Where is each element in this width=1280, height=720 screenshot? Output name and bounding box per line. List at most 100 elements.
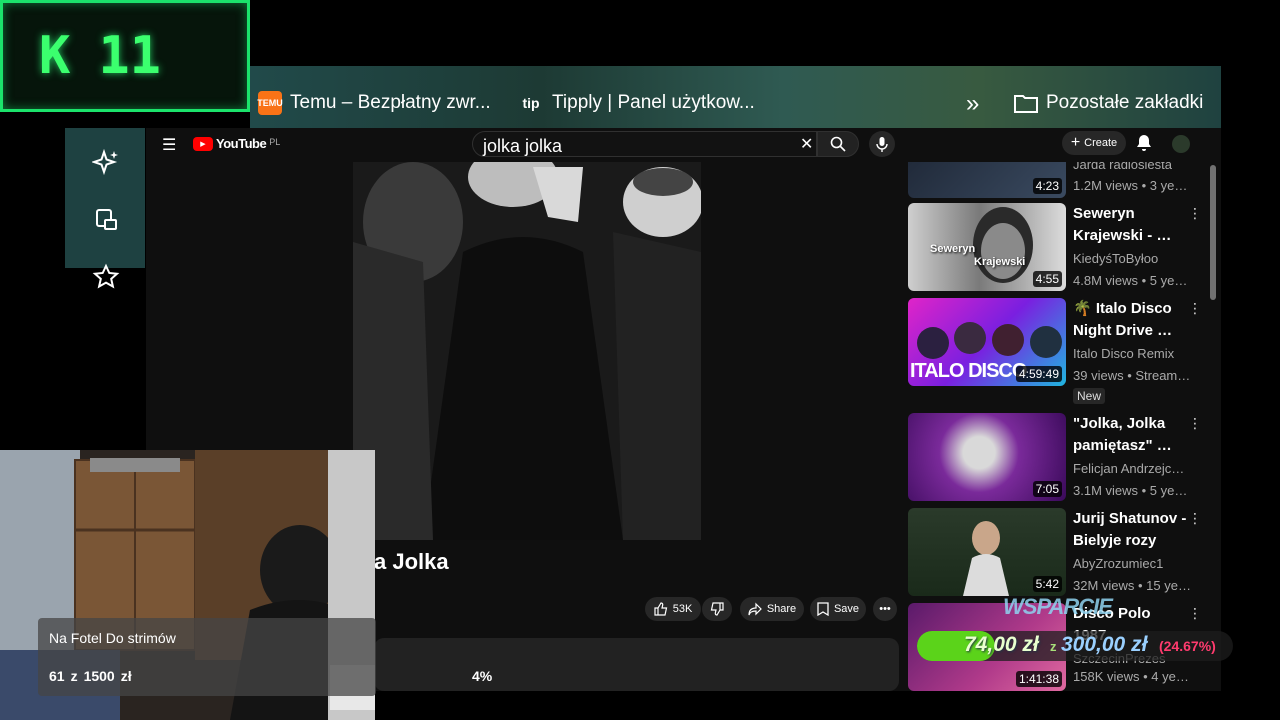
create-button[interactable]: + Create — [1062, 131, 1126, 155]
notifications-bell-icon[interactable] — [1136, 134, 1152, 157]
search-input[interactable]: jolka jolka — [472, 131, 817, 157]
channel-name: Italo Disco Remix — [1073, 346, 1175, 361]
related-item[interactable]: ITALO DISCO 4:59:49 🌴 Italo Disco Night … — [908, 298, 1208, 408]
more-vert-icon[interactable]: ⋮ — [1188, 605, 1202, 622]
more-vert-icon[interactable]: ⋮ — [1188, 205, 1202, 222]
like-button[interactable]: 53K — [645, 597, 701, 621]
thumbnail-text: ITALO DISCO — [910, 360, 1027, 382]
donation-percent: (24.67%) — [1159, 638, 1216, 654]
more-vert-icon[interactable]: ⋮ — [1188, 415, 1202, 432]
video-title: Jurij Shatunov - Bielyje rozy — [1073, 510, 1187, 549]
thumbnail-text: Seweryn — [930, 243, 976, 255]
clear-search-icon[interactable]: ✕ — [800, 134, 813, 154]
channel-name: Jarda radiosiesta — [1073, 162, 1172, 172]
goal-amounts: 61 z 1500 zł — [49, 668, 132, 684]
youtube-wordmark: YouTube — [216, 136, 267, 151]
donation-separator: z — [1050, 639, 1057, 654]
thumbs-down-icon — [710, 602, 724, 616]
duration-badge: 4:23 — [1032, 178, 1062, 194]
related-item[interactable]: 4:23 Jarda radiosiesta 1.2M views • 3 ye… — [908, 162, 1208, 198]
support-label: WSPARCIE — [1003, 594, 1113, 619]
related-item[interactable]: 7:05 "Jolka, Jolka pamiętasz" … Felicjan… — [908, 413, 1208, 503]
related-item[interactable]: 5:42 Jurij Shatunov - Bielyje rozy AbyZr… — [908, 508, 1208, 598]
menu-icon[interactable]: ☰ — [162, 135, 176, 155]
chevron-double-right-icon[interactable]: » — [966, 90, 979, 118]
description-box[interactable] — [374, 638, 899, 691]
more-horizontal-icon: ••• — [879, 603, 891, 615]
goal-target: 1500 — [83, 668, 115, 684]
logo-number: 11 — [98, 26, 161, 86]
devices-icon[interactable] — [88, 202, 124, 238]
sparkle-icon[interactable] — [88, 145, 124, 181]
new-badge: New — [1073, 388, 1106, 404]
video-thumbnail: 4:23 — [908, 162, 1066, 198]
bookmark-other-folder[interactable]: Pozostałe zakładki — [1014, 88, 1203, 118]
video-meta: 3.1M views • 5 ye… — [1073, 483, 1188, 498]
plus-icon: + — [1070, 134, 1081, 151]
video-player[interactable] — [353, 162, 701, 540]
tipply-icon: tip — [522, 95, 540, 111]
video-title: 🌴 Italo Disco Night Drive … — [1073, 300, 1173, 339]
scrollbar[interactable] — [1210, 165, 1216, 300]
youtube-logo[interactable]: ▶ YouTube PL — [193, 136, 280, 151]
temu-icon: TEMU — [257, 91, 283, 115]
related-item[interactable]: Seweryn Krajewski 4:55 Seweryn Krajewski… — [908, 203, 1208, 293]
goal-currency: zł — [120, 668, 132, 684]
dislike-button[interactable] — [702, 597, 732, 621]
goal-percent: 4% — [472, 668, 493, 684]
duration-badge: 1:41:38 — [1015, 671, 1062, 687]
video-meta: 4.8M views • 5 ye… — [1073, 273, 1188, 288]
donation-current: 74,00 zł — [964, 633, 1039, 656]
duration-badge: 4:55 — [1032, 271, 1062, 287]
donation-goal-panel: Na Fotel Do strimów 61 z 1500 zł 4% — [38, 618, 492, 696]
video-title: Seweryn Krajewski - … — [1073, 205, 1172, 244]
video-meta: 32M views • 15 ye… — [1073, 578, 1191, 593]
goal-title: Na Fotel Do strimów — [49, 630, 176, 646]
play-logo-icon: ▶ — [193, 136, 213, 151]
duration-badge: 4:59:49 — [1015, 366, 1062, 382]
search-icon — [830, 136, 846, 152]
stream-logo: K 11 — [0, 0, 250, 112]
bookmark-label: Temu – Bezpłatny zwr... — [290, 92, 491, 113]
video-thumbnail: Seweryn Krajewski 4:55 — [908, 203, 1066, 291]
channel-name: Felicjan Andrzejc… — [1073, 461, 1185, 476]
more-vert-icon[interactable]: ⋮ — [1188, 300, 1202, 317]
bookmark-icon — [817, 602, 829, 616]
video-thumbnail: 7:05 — [908, 413, 1066, 501]
logo-letter: K — [39, 26, 71, 86]
like-count: 53K — [672, 603, 693, 615]
save-button[interactable]: Save — [810, 597, 866, 621]
channel-name: AbyZrozumiec1 — [1073, 556, 1164, 571]
create-label: Create — [1084, 137, 1118, 149]
avatar[interactable] — [1172, 135, 1190, 153]
donation-bar: 74,00 zł z 300,00 zł (24.67%) — [917, 631, 1233, 661]
share-icon — [748, 602, 762, 616]
voice-search-button[interactable] — [869, 131, 895, 157]
donation-target: 300,00 zł — [1061, 633, 1148, 656]
folder-icon — [1014, 95, 1038, 113]
duration-badge: 5:42 — [1032, 576, 1062, 592]
microphone-icon — [876, 137, 888, 152]
bookmark-label: Tipply | Panel użytkow... — [552, 92, 755, 113]
goal-separator: z — [70, 668, 78, 684]
thumbs-up-icon — [654, 602, 667, 616]
video-title: a Jolka — [374, 549, 449, 574]
video-frame — [353, 162, 701, 540]
video-thumbnail: 5:42 — [908, 508, 1066, 596]
more-vert-icon[interactable]: ⋮ — [1188, 510, 1202, 527]
bookmark-tipply[interactable]: tip Tipply | Panel użytkow... — [518, 88, 755, 118]
star-icon[interactable] — [88, 259, 124, 295]
save-label: Save — [833, 603, 860, 615]
goal-current: 61 — [49, 668, 65, 684]
video-meta: 158K views • 4 ye… — [1073, 669, 1189, 684]
video-meta: 1.2M views • 3 ye… — [1073, 178, 1188, 193]
video-thumbnail: ITALO DISCO 4:59:49 — [908, 298, 1066, 386]
bookmark-temu[interactable]: TEMU Temu – Bezpłatny zwr... — [257, 88, 491, 118]
share-label: Share — [766, 603, 797, 615]
search-button[interactable] — [817, 131, 859, 157]
more-actions-button[interactable]: ••• — [873, 597, 897, 621]
bookmark-label: Pozostałe zakładki — [1046, 92, 1204, 113]
duration-badge: 7:05 — [1032, 481, 1062, 497]
thumbnail-text: Krajewski — [974, 256, 1026, 268]
share-button[interactable]: Share — [740, 597, 804, 621]
